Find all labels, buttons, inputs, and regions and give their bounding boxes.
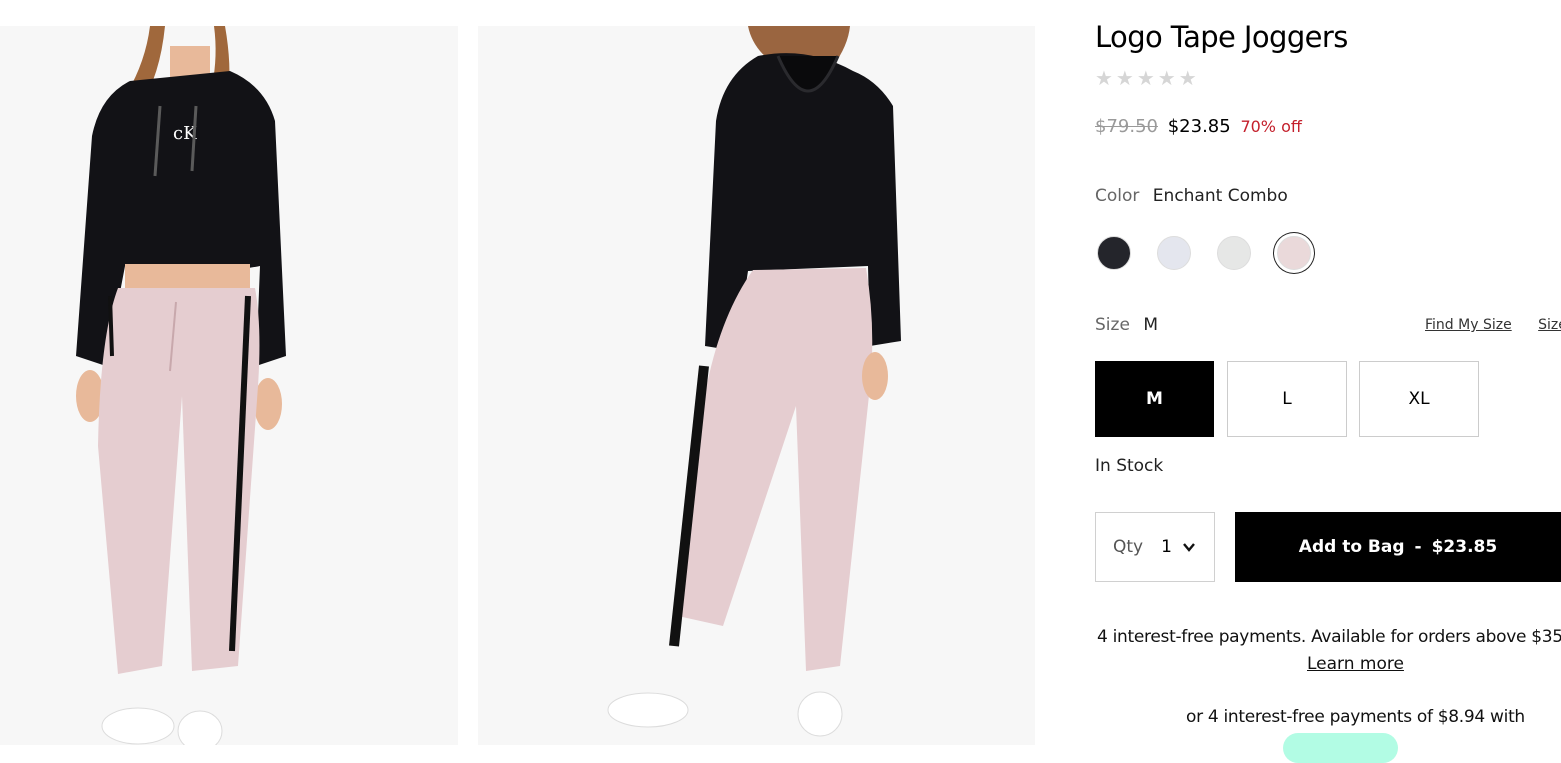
stock-status: In Stock (1095, 456, 1164, 476)
swatch-light-blue[interactable] (1157, 236, 1191, 270)
model-back-illustration (607, 26, 901, 737)
add-to-bag-label: Add to Bag (1298, 537, 1405, 557)
original-price: $79.50 (1095, 116, 1158, 137)
add-to-bag-button[interactable]: Add to Bag - $23.85 (1235, 512, 1561, 582)
product-image-back[interactable] (478, 26, 1035, 745)
quantity-select[interactable]: Qty 1 (1095, 512, 1215, 582)
size-value: M (1143, 315, 1158, 335)
afterpay-logo[interactable] (1283, 733, 1398, 763)
klarna-text: 4 interest-free payments. Available for … (1097, 627, 1561, 647)
chevron-down-icon (1183, 543, 1195, 552)
color-value: Enchant Combo (1152, 186, 1288, 206)
size-option-l[interactable]: L (1227, 361, 1347, 437)
klarna-learn-more-link[interactable]: Learn more (1307, 654, 1404, 674)
product-info-panel: Logo Tape Joggers ★★★★★ $79.50 $23.85 70… (1095, 0, 1561, 763)
klarna-message: 4 interest-free payments. Available for … (1097, 627, 1561, 647)
rating-stars[interactable]: ★★★★★ (1095, 66, 1200, 90)
quantity-value: 1 (1161, 537, 1172, 557)
sale-price: $23.85 (1167, 116, 1231, 137)
quantity-label: Qty (1113, 537, 1144, 557)
product-image-front[interactable]: cK (0, 26, 458, 745)
color-row: Color Enchant Combo (1095, 186, 1288, 206)
size-chart-link[interactable]: Size (1538, 317, 1561, 333)
color-label: Color (1095, 186, 1140, 206)
find-my-size-link[interactable]: Find My Size (1425, 317, 1512, 333)
size-row: Size M Find My Size Size (1095, 315, 1561, 335)
add-to-bag-price: $23.85 (1431, 537, 1498, 557)
product-title: Logo Tape Joggers (1095, 20, 1348, 54)
size-links: Find My Size Size (1425, 317, 1561, 333)
price-row: $79.50 $23.85 70% off (1095, 116, 1302, 137)
swatch-black[interactable] (1097, 236, 1131, 270)
size-option-m[interactable]: M (1095, 361, 1214, 437)
swatch-light-grey[interactable] (1217, 236, 1251, 270)
size-label: Size (1095, 315, 1130, 335)
size-option-xl[interactable]: XL (1359, 361, 1479, 437)
model-front-illustration: cK (76, 26, 286, 745)
afterpay-message: or 4 interest-free payments of $8.94 wit… (1186, 707, 1525, 727)
add-to-bag-separator: - (1414, 537, 1422, 557)
swatch-enchant-combo[interactable] (1277, 236, 1311, 270)
discount-badge: 70% off (1240, 117, 1302, 136)
